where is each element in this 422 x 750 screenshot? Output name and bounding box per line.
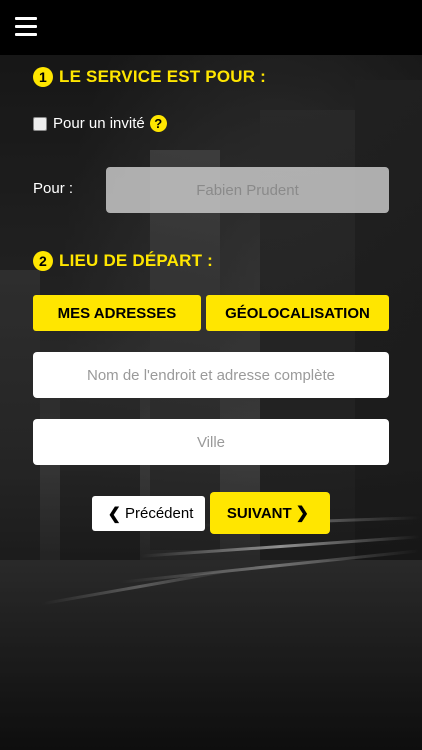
next-label: SUIVANT bbox=[226, 504, 292, 522]
city-input[interactable]: Ville bbox=[33, 419, 389, 465]
section-title-text: LE SERVICE EST POUR : bbox=[59, 67, 266, 86]
hamburger-menu-icon[interactable] bbox=[15, 17, 37, 37]
address-input[interactable]: Nom de l'endroit et adresse complète bbox=[33, 352, 389, 398]
next-button[interactable]: SUIVANT ❯ bbox=[210, 492, 330, 534]
previous-label: Précédent bbox=[125, 505, 194, 522]
section-departure-title: 2 LIEU DE DÉPART : bbox=[33, 251, 213, 271]
pour-label: Pour : bbox=[33, 180, 74, 197]
guest-checkbox[interactable] bbox=[33, 116, 47, 131]
guest-label: Pour un invité bbox=[53, 115, 145, 132]
help-icon[interactable]: ? bbox=[149, 115, 167, 132]
top-bar bbox=[0, 0, 422, 55]
step-number-badge: 2 bbox=[33, 251, 53, 271]
my-addresses-button[interactable]: MES ADRESSES bbox=[33, 295, 201, 331]
section-title-text: LIEU DE DÉPART : bbox=[59, 251, 214, 270]
pour-name-field[interactable]: Fabien Prudent bbox=[106, 167, 389, 213]
section-service-title: 1 LE SERVICE EST POUR : bbox=[33, 67, 266, 87]
guest-option: Pour un invité ? bbox=[33, 115, 167, 132]
chevron-left-icon: ❮ bbox=[107, 505, 121, 523]
geolocation-button[interactable]: GÉOLOCALISATION bbox=[206, 295, 389, 331]
chevron-right-icon: ❯ bbox=[295, 505, 310, 522]
previous-button[interactable]: ❮ Précédent bbox=[92, 496, 205, 531]
step-number-badge: 1 bbox=[33, 67, 53, 87]
